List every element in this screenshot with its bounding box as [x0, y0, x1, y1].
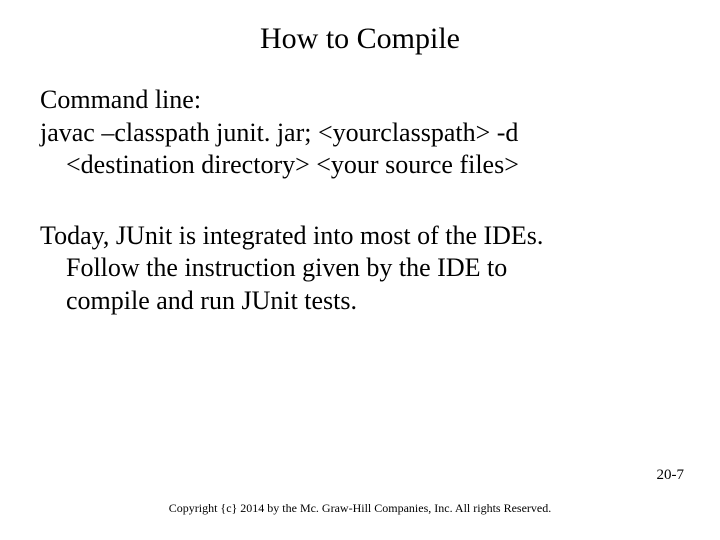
slide-body: Command line: javac –classpath junit. ja… — [40, 84, 680, 317]
paragraph-gap — [40, 182, 680, 220]
slide-title: How to Compile — [0, 22, 720, 56]
slide: How to Compile Command line: javac –clas… — [0, 0, 720, 540]
copyright-text: Copyright {c} 2014 by the Mc. Graw-Hill … — [0, 501, 720, 516]
para2-line3: compile and run JUnit tests. — [40, 285, 680, 318]
page-number: 20-7 — [657, 467, 685, 484]
command-line-2: <destination directory> <your source fil… — [40, 149, 680, 182]
para2-line2: Follow the instruction given by the IDE … — [40, 252, 680, 285]
command-label: Command line: — [40, 84, 680, 117]
command-line-1: javac –classpath junit. jar; <yourclassp… — [40, 117, 680, 150]
para2-line1: Today, JUnit is integrated into most of … — [40, 220, 680, 253]
